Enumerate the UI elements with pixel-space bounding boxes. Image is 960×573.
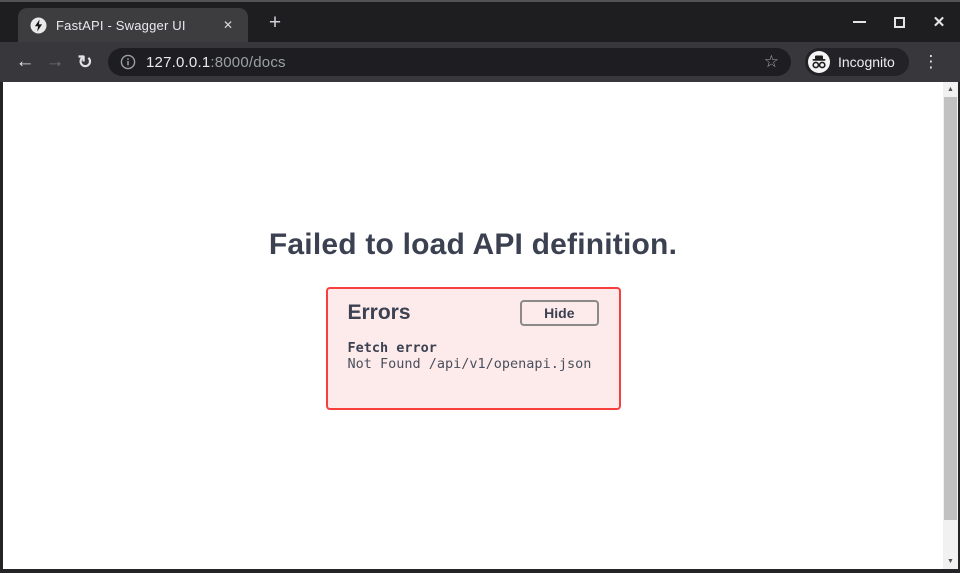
hide-errors-button[interactable]: Hide <box>520 300 598 326</box>
tab-title: FastAPI - Swagger UI <box>56 18 218 33</box>
url-text: 127.0.0.1:8000/docs <box>146 54 762 71</box>
page-title: Failed to load API definition. <box>3 228 943 262</box>
scroll-down-icon[interactable]: ▼ <box>943 554 958 569</box>
incognito-badge: Incognito <box>805 48 909 76</box>
window-controls: ✕ <box>846 2 952 42</box>
scroll-up-icon[interactable]: ▲ <box>943 82 958 97</box>
maximize-button[interactable] <box>886 9 912 35</box>
maximize-icon <box>894 17 905 28</box>
url-host: 127.0.0.1 <box>146 54 210 71</box>
error-item: Fetch error Not Found /api/v1/openapi.js… <box>348 340 599 372</box>
new-tab-button[interactable]: + <box>262 11 288 37</box>
browser-window: FastAPI - Swagger UI ✕ + ✕ ← → ↻ 127.0.0… <box>0 0 960 573</box>
minimize-icon <box>853 21 866 23</box>
tab-strip: FastAPI - Swagger UI ✕ + ✕ <box>0 2 960 42</box>
forward-button[interactable]: → <box>40 47 70 77</box>
url-path: :8000/docs <box>210 54 285 71</box>
browser-toolbar: ← → ↻ 127.0.0.1:8000/docs ☆ <box>0 42 960 82</box>
fastapi-favicon-icon <box>30 17 47 34</box>
bookmark-star-icon[interactable]: ☆ <box>762 52 781 72</box>
vertical-scrollbar[interactable]: ▲ ▼ <box>943 82 958 569</box>
tab-close-icon[interactable]: ✕ <box>218 16 238 34</box>
incognito-icon <box>808 51 830 73</box>
site-info-icon[interactable] <box>120 54 136 70</box>
incognito-label: Incognito <box>838 54 895 70</box>
url-bar[interactable]: 127.0.0.1:8000/docs ☆ <box>108 48 791 76</box>
errors-panel-title: Errors <box>348 301 411 325</box>
errors-panel-header: Errors Hide <box>348 300 599 326</box>
reload-button[interactable]: ↻ <box>70 47 100 77</box>
close-window-button[interactable]: ✕ <box>926 9 952 35</box>
scrollbar-thumb[interactable] <box>944 97 957 520</box>
error-message: Not Found /api/v1/openapi.json <box>348 356 599 372</box>
errors-panel: Errors Hide Fetch error Not Found /api/v… <box>326 287 621 410</box>
error-title: Fetch error <box>348 340 599 356</box>
minimize-button[interactable] <box>846 9 872 35</box>
browser-menu-icon[interactable]: ⋮ <box>919 52 943 72</box>
browser-tab[interactable]: FastAPI - Swagger UI ✕ <box>18 8 248 42</box>
back-button[interactable]: ← <box>10 47 40 77</box>
page-content: Failed to load API definition. Errors Hi… <box>3 82 943 569</box>
